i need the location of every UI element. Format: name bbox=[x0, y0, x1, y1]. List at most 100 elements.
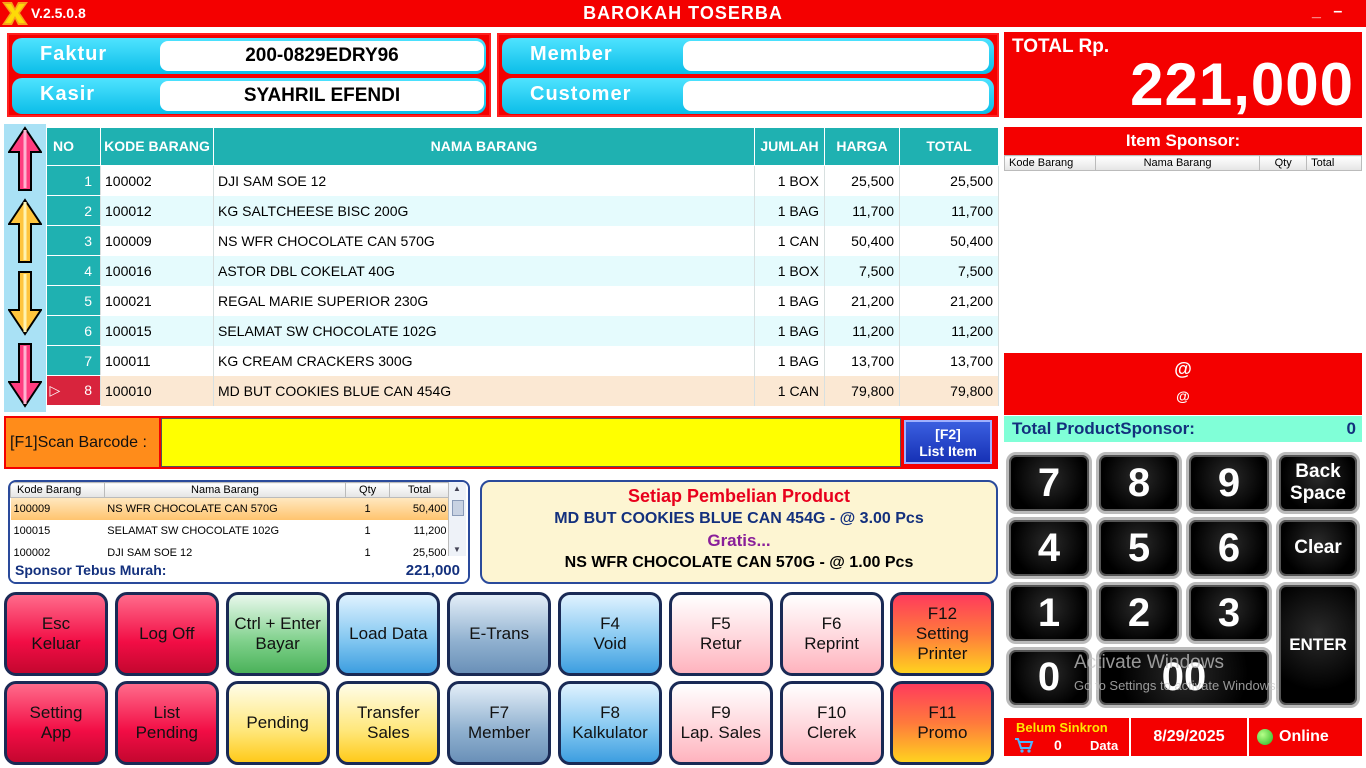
table-row[interactable]: 1 100002 DJI SAM SOE 12 1 BOX 25,500 25,500 bbox=[46, 165, 999, 196]
col-harga[interactable]: HARGA bbox=[824, 127, 900, 166]
key-4[interactable]: 4 bbox=[1006, 517, 1092, 579]
f11-promo-button[interactable]: F11 Promo bbox=[890, 681, 995, 765]
f4-void-button[interactable]: F4 Void bbox=[558, 592, 662, 676]
e-trans-button[interactable]: E-Trans bbox=[447, 592, 552, 676]
sponsor-cell-qty: 1 bbox=[364, 524, 371, 537]
total-value: 221,000 bbox=[1130, 51, 1354, 118]
button-label: F4 Void bbox=[593, 614, 626, 654]
item-sponsor-col-nama[interactable]: Nama Barang bbox=[1094, 155, 1261, 171]
cell-kode: 100010 bbox=[100, 375, 214, 406]
activate-windows-text: Go to Settings to activate Windows. bbox=[1074, 678, 1280, 693]
cell-total: 21,200 bbox=[899, 285, 999, 316]
scan-barcode-input[interactable] bbox=[161, 418, 901, 467]
button-label: F6 Reprint bbox=[804, 614, 859, 654]
list-item-button[interactable]: [F2] List Item bbox=[904, 420, 992, 464]
button-label-line: Lap. Sales bbox=[680, 723, 761, 742]
button-label-line: Load Data bbox=[349, 624, 428, 643]
transfer-sales-button[interactable]: Transfer Sales bbox=[336, 681, 441, 765]
scroll-up-icon[interactable]: ▲ bbox=[453, 484, 461, 493]
sponsor-col-nama[interactable]: Nama Barang bbox=[103, 482, 347, 498]
sync-status[interactable]: Belum Sinkron 0 Data bbox=[1004, 718, 1129, 756]
sponsor-row[interactable]: 100009 NS WFR CHOCOLATE CAN 570G 1 50,400 bbox=[10, 497, 450, 520]
item-sponsor-col-kode[interactable]: Kode Barang bbox=[1004, 155, 1096, 171]
cell-no: 3 bbox=[46, 225, 101, 256]
load-data-button[interactable]: Load Data bbox=[336, 592, 441, 676]
last-row-arrow-icon[interactable] bbox=[8, 342, 42, 408]
setting-app-button[interactable]: Setting App bbox=[4, 681, 108, 765]
key-5[interactable]: 5 bbox=[1096, 517, 1182, 579]
sponsor-col-qty[interactable]: Qty bbox=[345, 482, 391, 498]
table-row[interactable]: 4 100016 ASTOR DBL COKELAT 40G 1 BOX 7,500 7,… bbox=[46, 255, 999, 286]
button-label: F9 Lap. Sales bbox=[681, 703, 761, 743]
next-row-arrow-icon[interactable] bbox=[8, 270, 42, 336]
f5-retur-button[interactable]: F5 Retur bbox=[668, 592, 773, 676]
f9-lap-sales-button[interactable]: F9 Lap. Sales bbox=[668, 681, 773, 765]
ctrl-enter-bayar-button[interactable]: Ctrl + Enter Bayar bbox=[225, 592, 330, 676]
f10-clerek-button[interactable]: F10 Clerek bbox=[779, 681, 884, 765]
table-row[interactable]: 2 100012 KG SALTCHEESE BISC 200G 1 BAG 11,70… bbox=[46, 195, 999, 226]
cell-jumlah: 1 CAN bbox=[754, 375, 825, 406]
item-sponsor-col-total[interactable]: Total bbox=[1306, 155, 1362, 171]
f7-member-button[interactable]: F7 Member bbox=[447, 681, 552, 765]
sponsor-footer-label: Sponsor Tebus Murah: bbox=[15, 562, 167, 578]
sponsor-scrollbar[interactable]: ▼ ▲ bbox=[448, 482, 466, 556]
f8-kalkulator-button[interactable]: F8 Kalkulator bbox=[558, 681, 662, 765]
table-row[interactable]: 6 100015 SELAMAT SW CHOCOLATE 102G 1 BAG 11,… bbox=[46, 315, 999, 346]
member-field[interactable] bbox=[683, 41, 989, 71]
item-sponsor-col-qty[interactable]: Qty bbox=[1259, 155, 1308, 171]
key-2[interactable]: 2 bbox=[1096, 582, 1182, 644]
cell-harga: 7,500 bbox=[824, 255, 900, 286]
sponsor-cell-kode: 100015 bbox=[13, 524, 51, 537]
key-6[interactable]: 6 bbox=[1186, 517, 1272, 579]
log-off-button[interactable]: Log Off bbox=[114, 592, 219, 676]
button-label-line: Setting bbox=[29, 703, 83, 722]
customer-field[interactable] bbox=[683, 81, 989, 111]
esc-keluar-button[interactable]: Esc Keluar bbox=[4, 592, 108, 676]
col-kode[interactable]: KODE BARANG bbox=[100, 127, 214, 166]
scroll-down-icon[interactable]: ▼ bbox=[453, 545, 461, 554]
key-backspace[interactable]: Back Space bbox=[1276, 452, 1360, 514]
close-button[interactable]: – bbox=[1333, 3, 1342, 20]
key-enter[interactable]: ENTER bbox=[1276, 582, 1360, 708]
button-label-line: F12 bbox=[927, 604, 958, 623]
key-7[interactable]: 7 bbox=[1006, 452, 1092, 514]
member-panel: Member Customer bbox=[497, 33, 999, 117]
button-label: F5 Retur bbox=[700, 614, 742, 654]
previous-row-arrow-icon[interactable] bbox=[8, 198, 42, 264]
col-no[interactable]: NO bbox=[46, 127, 101, 166]
table-row[interactable]: 7 100011 KG CREAM CRACKERS 300G 1 BAG 13,700… bbox=[46, 345, 999, 376]
sponsor-row[interactable]: 100015 SELAMAT SW CHOCOLATE 102G 1 11,200 bbox=[11, 520, 450, 542]
f12-setting-button[interactable]: F12 Setting Printer bbox=[890, 592, 995, 676]
key-1[interactable]: 1 bbox=[1006, 582, 1092, 644]
scan-barcode-label: [F1]Scan Barcode : bbox=[6, 418, 159, 467]
table-row[interactable]: 3 100009 NS WFR CHOCOLATE CAN 570G 1 CAN 50,… bbox=[46, 225, 999, 256]
key-8[interactable]: 8 bbox=[1096, 452, 1182, 514]
button-label: F12 Setting Printer bbox=[916, 604, 969, 664]
cell-nama: REGAL MARIE SUPERIOR 230G bbox=[213, 285, 755, 316]
scan-barcode-bar: [F1]Scan Barcode : [F2] List Item bbox=[4, 416, 998, 469]
kasir-field[interactable]: SYAHRIL EFENDI bbox=[160, 81, 484, 111]
pending-button[interactable]: Pending bbox=[225, 681, 330, 765]
f6-reprint-button[interactable]: F6 Reprint bbox=[779, 592, 884, 676]
table-row-selected[interactable]: ▷ 8 100010 MD BUT COOKIES BLUE CAN 454G 1 CA… bbox=[46, 375, 999, 406]
col-nama[interactable]: NAMA BARANG bbox=[213, 127, 755, 166]
online-indicator-icon bbox=[1257, 729, 1273, 745]
col-jumlah[interactable]: JUMLAH bbox=[754, 127, 825, 166]
promo-line-2: MD BUT COOKIES BLUE CAN 454G - @ 3.00 Pc… bbox=[554, 510, 924, 527]
button-label-line: F4 bbox=[600, 614, 620, 633]
button-label-line: Transfer bbox=[357, 703, 420, 722]
promo-line-4: NS WFR CHOCOLATE CAN 570G - @ 1.00 Pcs bbox=[564, 554, 914, 571]
key-9[interactable]: 9 bbox=[1186, 452, 1272, 514]
table-row[interactable]: 5 100021 REGAL MARIE SUPERIOR 230G 1 BAG 21,… bbox=[46, 285, 999, 316]
scrollbar-thumb[interactable] bbox=[452, 500, 464, 516]
faktur-field[interactable]: 200-0829EDRY96 bbox=[160, 41, 484, 71]
first-row-arrow-icon[interactable] bbox=[8, 126, 42, 192]
minimize-button[interactable]: _ bbox=[1312, 3, 1321, 20]
col-total[interactable]: TOTAL bbox=[899, 127, 999, 166]
sponsor-col-kode[interactable]: Kode Barang bbox=[10, 482, 105, 498]
list-pending-button[interactable]: List Pending bbox=[114, 681, 219, 765]
key-3[interactable]: 3 bbox=[1186, 582, 1272, 644]
sponsor-col-total[interactable]: Total bbox=[389, 482, 450, 498]
key-clear[interactable]: Clear bbox=[1276, 517, 1360, 579]
button-label-line: Kalkulator bbox=[572, 723, 648, 742]
